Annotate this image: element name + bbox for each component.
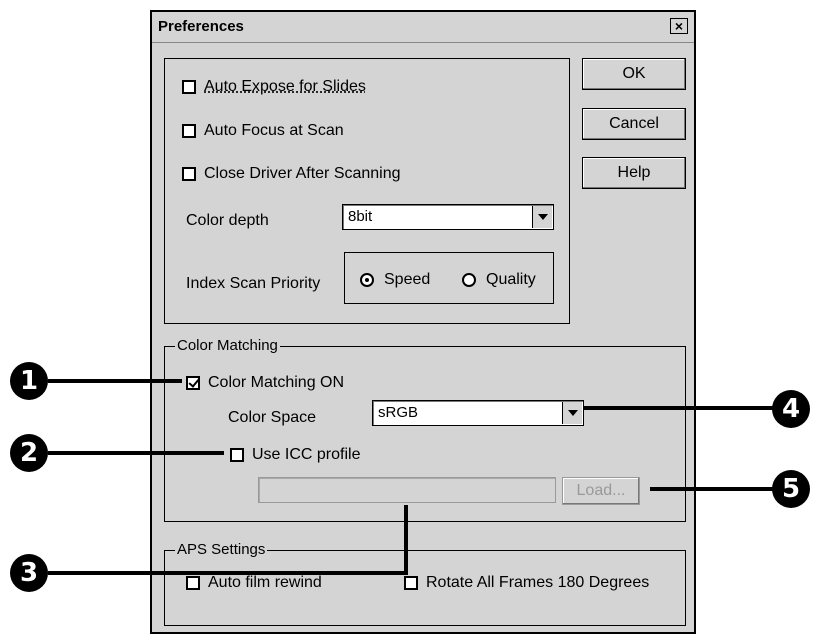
- radio-quality-label: Quality: [486, 271, 536, 288]
- ok-button[interactable]: OK: [582, 58, 686, 90]
- radio-dot: [360, 273, 374, 287]
- aps-settings-legend: APS Settings: [175, 541, 268, 558]
- callout-1: 1: [10, 362, 48, 400]
- color-space-label: Color Space: [228, 409, 317, 426]
- auto-focus-checkbox[interactable]: Auto Focus at Scan: [182, 122, 344, 140]
- rotate-all-frames-checkbox[interactable]: Rotate All Frames 180 Degrees: [404, 574, 649, 592]
- callout-1-leader: [48, 379, 182, 383]
- use-icc-checkbox[interactable]: Use ICC profile: [230, 446, 360, 464]
- load-button[interactable]: Load...: [562, 477, 640, 505]
- close-driver-label: Close Driver After Scanning: [204, 165, 401, 182]
- auto-focus-label: Auto Focus at Scan: [204, 122, 344, 139]
- callout-3-leader-vertical: [404, 505, 408, 575]
- auto-film-rewind-label: Auto film rewind: [208, 574, 322, 591]
- radio-speed[interactable]: Speed: [360, 271, 430, 289]
- checkbox-box: [182, 80, 196, 94]
- color-depth-select[interactable]: 8bit: [342, 204, 554, 230]
- radio-dot: [462, 273, 476, 287]
- triangle-down-icon: [567, 410, 578, 416]
- color-space-value: sRGB: [378, 404, 419, 421]
- auto-expose-checkbox[interactable]: Auto Expose for Slides: [182, 78, 366, 96]
- rotate-all-frames-label: Rotate All Frames 180 Degrees: [426, 574, 650, 591]
- callout-4-leader: [584, 406, 784, 410]
- icc-profile-path-field[interactable]: [258, 477, 556, 503]
- color-depth-label: Color depth: [186, 212, 269, 229]
- cancel-button[interactable]: Cancel: [582, 108, 686, 140]
- close-driver-checkbox[interactable]: Close Driver After Scanning: [182, 165, 401, 183]
- title-bar: Preferences ×: [152, 12, 694, 43]
- radio-speed-label: Speed: [384, 271, 431, 288]
- dropdown-button[interactable]: [532, 206, 552, 228]
- checkbox-box: [230, 448, 244, 462]
- auto-expose-label: Auto Expose for Slides: [204, 78, 366, 95]
- color-matching-legend: Color Matching: [175, 337, 280, 354]
- dropdown-button[interactable]: [562, 402, 582, 424]
- close-button[interactable]: ×: [670, 18, 688, 34]
- use-icc-label: Use ICC profile: [252, 446, 361, 463]
- callout-4: 4: [772, 390, 810, 428]
- triangle-down-icon: [537, 214, 548, 220]
- index-scan-label: Index Scan Priority: [186, 275, 321, 292]
- radio-quality[interactable]: Quality: [462, 271, 536, 289]
- checkbox-box: [182, 167, 196, 181]
- callout-2: 2: [10, 434, 48, 472]
- checkbox-box: [186, 376, 200, 390]
- preferences-dialog: Preferences × Auto Expose for Slides Aut…: [150, 10, 696, 634]
- color-space-select[interactable]: sRGB: [372, 400, 584, 426]
- window-title: Preferences: [158, 18, 244, 35]
- checkbox-box: [182, 124, 196, 138]
- callout-2-leader: [48, 451, 224, 455]
- auto-film-rewind-checkbox[interactable]: Auto film rewind: [186, 574, 322, 592]
- callout-3: 3: [10, 554, 48, 592]
- callout-3-leader-horizontal: [48, 571, 408, 575]
- close-icon: ×: [674, 18, 684, 34]
- color-matching-on-checkbox[interactable]: Color Matching ON: [186, 374, 344, 392]
- color-matching-on-label: Color Matching ON: [208, 374, 345, 391]
- callout-5-leader: [650, 487, 784, 491]
- help-button[interactable]: Help: [582, 157, 686, 189]
- checkbox-box: [404, 576, 418, 590]
- callout-5: 5: [772, 470, 810, 508]
- color-depth-value: 8bit: [348, 208, 373, 225]
- checkbox-box: [186, 576, 200, 590]
